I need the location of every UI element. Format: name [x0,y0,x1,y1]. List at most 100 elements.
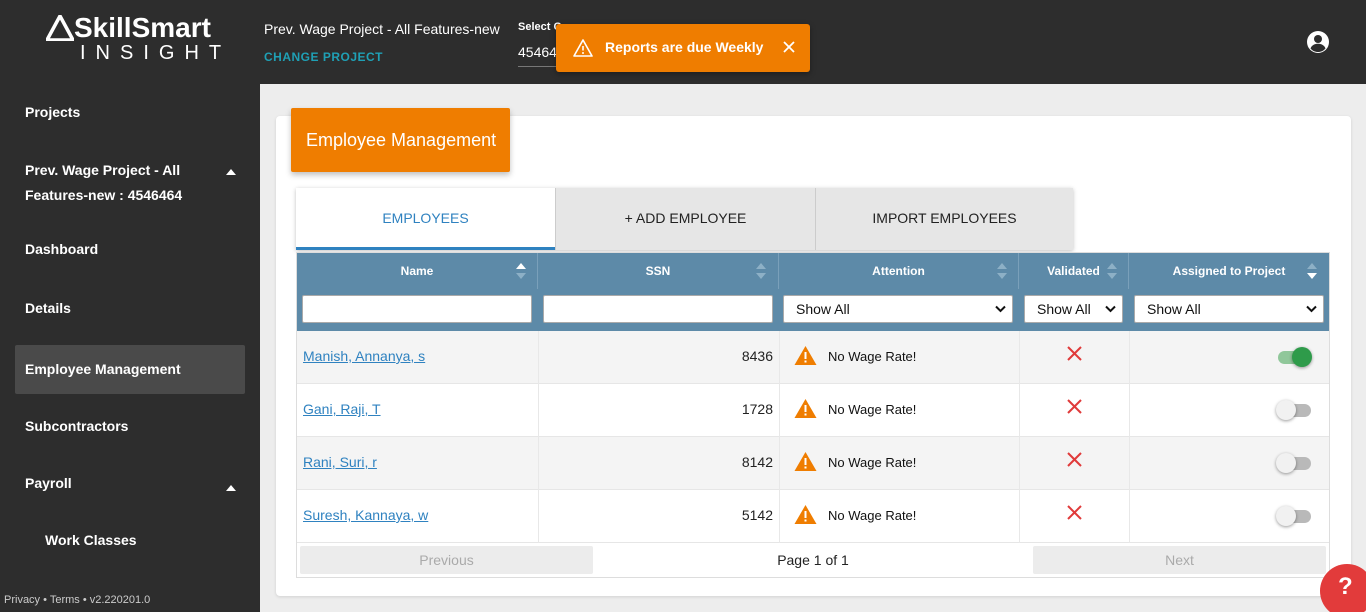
warning-icon [794,346,817,365]
sidebar-project-name[interactable]: Prev. Wage Project - All Features-new : … [25,158,205,208]
sidebar-item-employee-management[interactable]: Employee Management [15,345,245,394]
current-project-title: Prev. Wage Project - All Features-new [264,21,500,37]
cell-divider [779,437,780,490]
employee-name-link[interactable]: Suresh, Kannaya, w [303,507,428,523]
employee-ssn: 8142 [741,454,773,470]
validated-filter-select[interactable]: Show All [1024,295,1123,323]
employee-ssn: 8436 [741,348,773,364]
assigned-toggle[interactable] [1276,452,1312,474]
tab-add-employee[interactable]: + ADD EMPLOYEE [555,188,815,250]
cell-divider [779,384,780,437]
skillsmart-logo[interactable]: SkillSmart INSIGHT [46,13,221,65]
sort-icon[interactable] [756,262,766,280]
account-icon[interactable] [1306,30,1330,54]
page-info: Page 1 of 1 [777,552,849,568]
column-header-label: Assigned to Project [1172,264,1286,278]
sort-icon[interactable] [516,262,526,280]
not-validated-x-icon [1067,399,1082,414]
column-header-attention[interactable]: Attention [779,253,1019,289]
sidebar-footer[interactable]: Privacy • Terms • v2.220201.0 [4,594,150,606]
previous-page-button[interactable]: Previous [300,546,593,574]
cell-divider [1129,437,1130,490]
toggle-knob [1292,347,1312,367]
assigned-toggle[interactable] [1276,505,1312,527]
help-label: ? [1338,573,1353,600]
sidebar-item-work-classes[interactable]: Work Classes [35,532,265,548]
toggle-knob [1276,400,1296,420]
column-header-label: Attention [872,264,925,278]
table-row: Manish, Annanya, s 8436 No Wage Rate! [297,331,1329,384]
cell-divider [1019,331,1020,384]
warning-icon [794,399,817,418]
sidebar-item-details[interactable]: Details [15,300,245,316]
change-project-link[interactable]: CHANGE PROJECT [264,50,383,64]
column-header-label: Validated [1047,264,1100,278]
cell-divider [538,384,539,437]
attention-filter-select[interactable]: Show All [783,295,1013,323]
employee-name-link[interactable]: Rani, Suri, r [303,454,377,470]
cell-divider [1129,490,1130,543]
sidebar: Projects Prev. Wage Project - All Featur… [0,84,260,612]
sort-icon[interactable] [1307,262,1317,280]
chevron-up-icon[interactable] [226,485,236,491]
select-value: Show All [796,301,850,317]
sidebar-item-payroll[interactable]: Payroll [15,475,245,491]
employee-name-link[interactable]: Gani, Raji, T [303,401,381,417]
tab-employees[interactable]: EMPLOYEES [296,188,555,250]
cell-divider [1129,331,1130,384]
chevron-down-icon [1306,305,1317,313]
ssn-filter-input[interactable] [543,295,773,323]
chevron-up-icon[interactable] [226,169,236,175]
column-header-label: Name [400,264,434,278]
toast-message: Reports are due Weekly [605,39,764,55]
table-row: Suresh, Kannaya, w 5142 No Wage Rate! [297,490,1329,543]
sort-icon[interactable] [1107,262,1117,280]
column-header-name[interactable]: Name [297,253,538,289]
next-page-button[interactable]: Next [1033,546,1326,574]
assigned-toggle[interactable] [1276,399,1312,421]
not-validated-x-icon [1067,452,1082,467]
employee-ssn: 1728 [741,401,773,417]
column-header-label: SSN [645,264,671,278]
employee-name-link[interactable]: Manish, Annanya, s [303,348,425,364]
column-header-ssn[interactable]: SSN [538,253,779,289]
help-button[interactable]: ? [1320,564,1366,612]
cell-divider [538,331,539,384]
table-header: Name SSN Attention Validated Assigned to… [297,253,1329,331]
assigned-filter-select[interactable]: Show All [1134,295,1324,323]
logo-sub-text: INSIGHT [80,42,232,64]
cell-divider [1019,384,1020,437]
select-value: Show All [1147,301,1201,317]
assigned-toggle[interactable] [1276,346,1312,368]
name-filter-input[interactable] [302,295,532,323]
cell-divider [779,331,780,384]
toggle-knob [1276,453,1296,473]
pagination: Previous Page 1 of 1 Next [297,543,1329,577]
cell-divider [1019,490,1020,543]
sidebar-item-dashboard[interactable]: Dashboard [15,241,245,257]
column-header-assigned[interactable]: Assigned to Project [1129,253,1329,289]
attention-text: No Wage Rate! [828,349,917,364]
table-row: Rani, Suri, r 8142 No Wage Rate! [297,437,1329,490]
warning-icon [794,505,817,524]
select-value: Show All [1037,301,1091,317]
select-contract-label: Select C [518,21,562,33]
attention-text: No Wage Rate! [828,402,917,417]
cell-divider [1019,437,1020,490]
chevron-down-icon [1105,305,1116,313]
close-icon[interactable] [780,38,798,56]
sidebar-item-projects[interactable]: Projects [15,104,245,120]
table-row: Gani, Raji, T 1728 No Wage Rate! [297,384,1329,437]
logo-triangle-icon [46,15,74,41]
notification-toast: Reports are due Weekly [556,24,810,72]
employee-ssn: 5142 [741,507,773,523]
sort-icon[interactable] [997,262,1007,280]
warning-icon [573,39,593,57]
cell-divider [779,490,780,543]
not-validated-x-icon [1067,505,1082,520]
attention-text: No Wage Rate! [828,455,917,470]
sidebar-item-subcontractors[interactable]: Subcontractors [15,418,245,434]
tab-import-employees[interactable]: IMPORT EMPLOYEES [815,188,1073,250]
toggle-knob [1276,506,1296,526]
page-title: Employee Management [291,108,510,172]
